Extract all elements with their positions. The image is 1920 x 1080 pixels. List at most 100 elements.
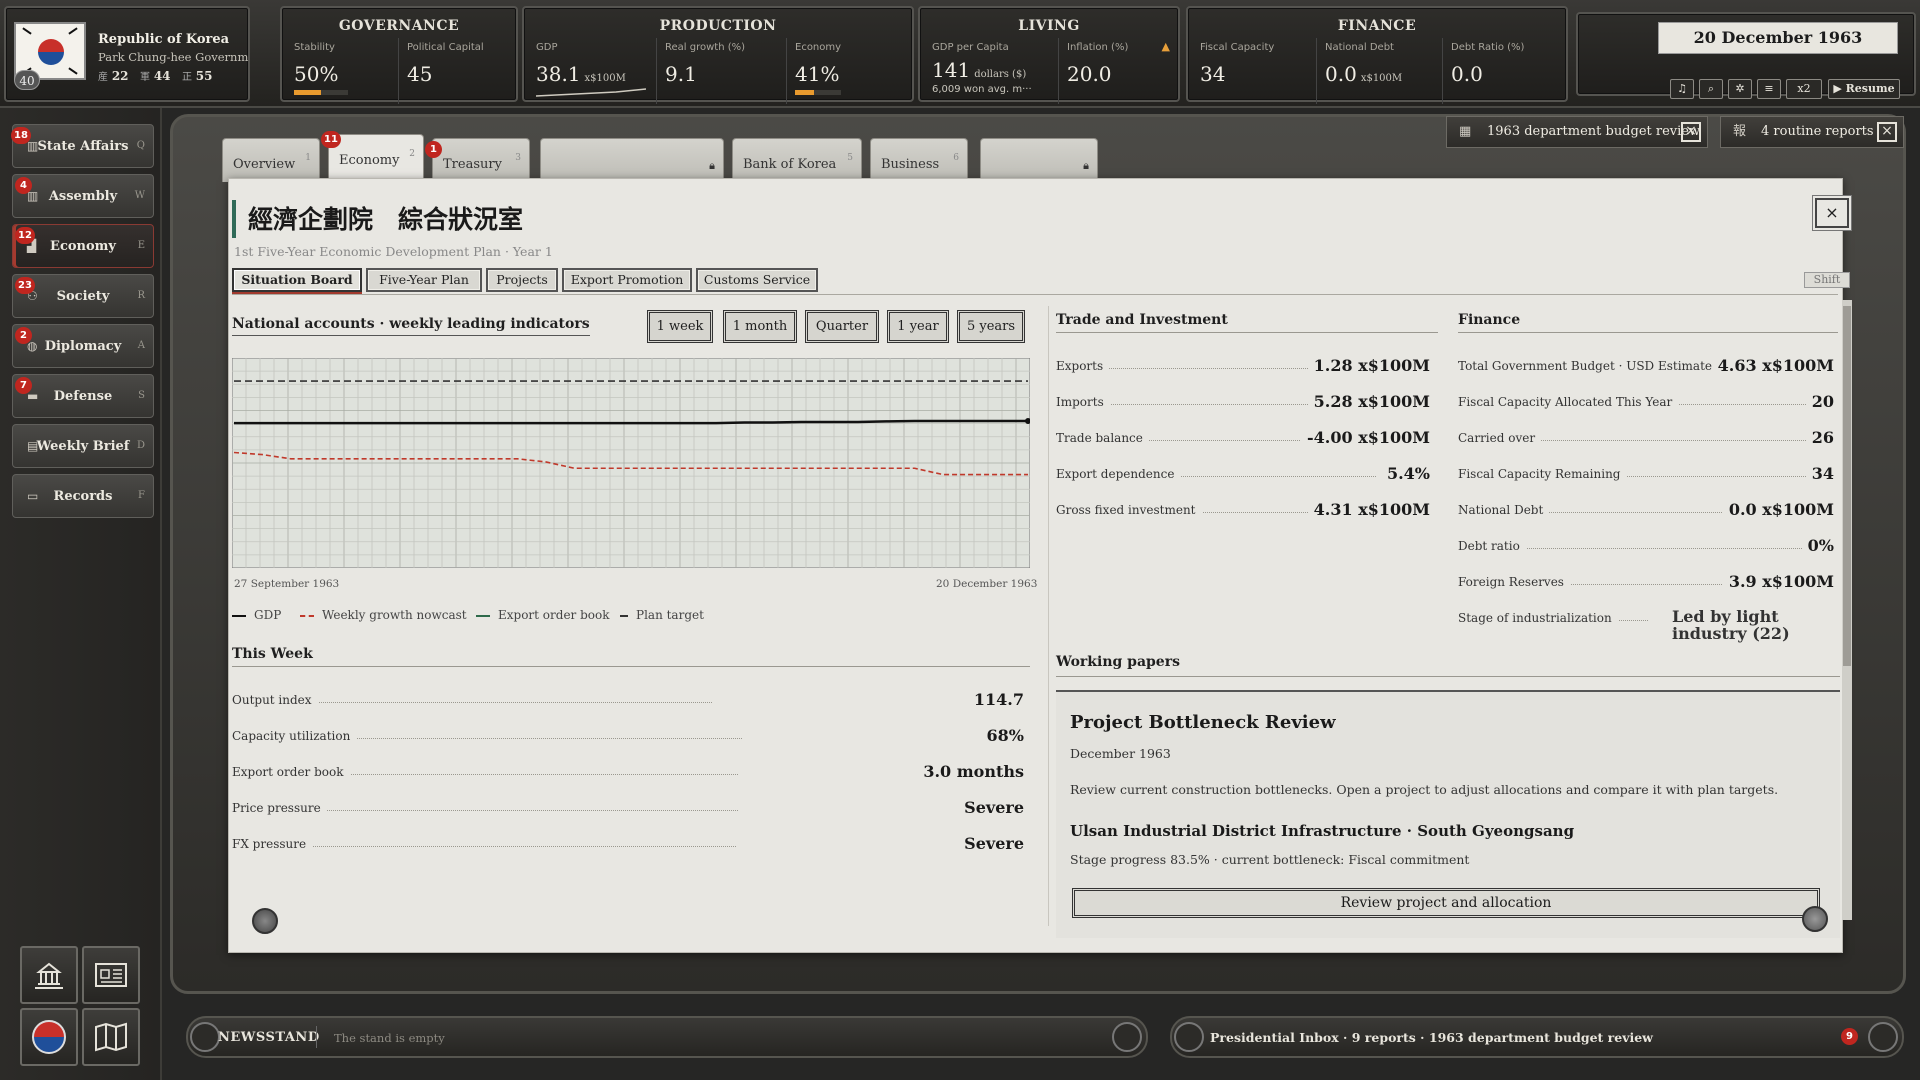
stability-cell[interactable]: Stability 50% xyxy=(286,38,394,104)
tab-locked-4[interactable]: 🔒︎ xyxy=(540,138,724,182)
fiscal-capacity-cell[interactable]: Fiscal Capacity 34 xyxy=(1192,38,1312,104)
inflation-value: 20.0 xyxy=(1067,62,1112,86)
nav-weekly-brief[interactable]: ▤ Weekly Brief D xyxy=(12,424,154,468)
nav-defense[interactable]: ▬ Defense S 7 xyxy=(12,374,154,418)
newspaper-button[interactable] xyxy=(82,946,140,1004)
taeguk-button[interactable] xyxy=(20,1008,78,1066)
notice-text: 4 routine reports xyxy=(1761,124,1874,139)
gdp-unit: x$100M xyxy=(584,73,626,84)
this-week-row: Export order book 3.0 months xyxy=(232,762,1024,782)
newspaper-icon xyxy=(95,963,127,987)
nav-diplomacy[interactable]: ◍ Diplomacy A 2 xyxy=(12,324,154,368)
settings-button[interactable]: ✲ xyxy=(1728,79,1752,99)
national-debt-cell[interactable]: National Debt 0.0 x$100M xyxy=(1316,38,1438,104)
tab-overview[interactable]: Overview 1 xyxy=(222,138,320,182)
subtab-situation-board[interactable]: Situation Board xyxy=(232,268,362,292)
row-value: Severe xyxy=(958,834,1024,853)
country-panel[interactable]: 40 Republic of Korea Park Chung-hee Gove… xyxy=(4,6,250,102)
inflation-cell[interactable]: Inflation (%) ▲ 20.0 xyxy=(1058,38,1178,104)
indicators-chart xyxy=(232,358,1030,568)
newsstand-bar[interactable]: NEWSSTAND The stand is empty xyxy=(186,1016,1148,1058)
page-title: 經濟企劃院 綜合狀況室 xyxy=(248,205,524,234)
political-capital-cell[interactable]: Political Capital 45 xyxy=(398,38,516,104)
compass-icon[interactable] xyxy=(252,908,278,934)
finance-row: Foreign Reserves 3.9 x$100M xyxy=(1458,572,1834,592)
stat-glyph: 正 xyxy=(181,72,192,83)
range-5-years[interactable]: 5 years xyxy=(957,310,1025,343)
gdp-cell[interactable]: GDP 38.1 x$100M xyxy=(528,38,652,104)
row-label: Stage of industrialization xyxy=(1458,611,1618,625)
finance-section-title: Finance xyxy=(1458,312,1838,333)
nav-assembly[interactable]: ▥ Assembly W 4 xyxy=(12,174,154,218)
presidential-inbox-bar[interactable]: Presidential Inbox · 9 reports · 1963 de… xyxy=(1170,1016,1904,1058)
menu-button[interactable]: ≡ xyxy=(1757,79,1781,99)
notice-routine-reports[interactable]: 報 4 routine reports × xyxy=(1720,116,1904,148)
tab-economy[interactable]: Economy 2 11 xyxy=(321,131,424,182)
doc-title: Project Bottleneck Review xyxy=(1070,712,1336,733)
gdp-sparkline xyxy=(536,88,646,97)
tab-locked-7[interactable]: 🔒︎ xyxy=(980,138,1098,182)
range-1-year[interactable]: 1 year xyxy=(887,310,949,343)
subtab-five-year-plan[interactable]: Five-Year Plan xyxy=(366,268,482,292)
economy-cell[interactable]: Economy 41% xyxy=(786,38,912,104)
scrollbar-thumb[interactable] xyxy=(1843,306,1851,666)
row-value: 0.0 x$100M xyxy=(1722,500,1834,519)
close-document-button[interactable]: × xyxy=(1815,198,1849,228)
range-1-week[interactable]: 1 week xyxy=(647,310,713,343)
close-icon[interactable]: × xyxy=(1877,122,1897,142)
row-label: Carried over xyxy=(1458,431,1542,445)
tab-bank-of-korea[interactable]: Bank of Korea 5 xyxy=(732,138,862,182)
map-button[interactable] xyxy=(82,1008,140,1066)
nav-label: Diplomacy xyxy=(44,338,122,354)
capitol-button[interactable] xyxy=(20,946,78,1004)
nav-economy[interactable]: ▟ Economy E 12 xyxy=(12,224,154,268)
music-button[interactable]: ♫ xyxy=(1670,79,1694,99)
search-button[interactable]: ⌕ xyxy=(1699,79,1723,99)
nav-state-affairs[interactable]: ▥ State Affairs Q 18 xyxy=(11,124,154,168)
living-title: LIVING xyxy=(1018,18,1080,34)
range-1-month[interactable]: 1 month xyxy=(723,310,797,343)
range-quarter[interactable]: Quarter xyxy=(805,310,879,343)
subtab-export-promotion[interactable]: Export Promotion xyxy=(562,268,692,292)
gdp-per-capita-cell[interactable]: GDP per Capita 141 dollars ($) 6,009 won … xyxy=(924,38,1054,104)
fiscal-capacity-label: Fiscal Capacity xyxy=(1200,42,1275,53)
nav-society[interactable]: ⚇ Society R 23 xyxy=(12,274,154,318)
gear-icon: ✲ xyxy=(1735,82,1745,95)
tab-business[interactable]: Business 6 xyxy=(870,138,968,182)
row-label: Capacity utilization xyxy=(232,729,357,743)
resume-button[interactable]: ▶ Resume xyxy=(1828,79,1900,99)
debt-ratio-label: Debt Ratio (%) xyxy=(1451,42,1525,53)
close-icon[interactable]: × xyxy=(1681,122,1701,142)
legend-plan-target: Plan target xyxy=(620,608,704,622)
fiscal-capacity-value: 34 xyxy=(1200,62,1226,86)
legend-growth-nowcast: Weekly growth nowcast xyxy=(300,608,467,622)
finance-row: Fiscal Capacity Allocated This Year 20 xyxy=(1458,392,1834,412)
review-project-button[interactable]: Review project and allocation xyxy=(1072,888,1820,918)
real-growth-cell[interactable]: Real growth (%) 9.1 xyxy=(656,38,782,104)
nav-records[interactable]: ▭ Records F xyxy=(12,474,154,518)
living-panel[interactable]: LIVING GDP per Capita 141 dollars ($) 6,0… xyxy=(918,6,1180,104)
subtab-divider xyxy=(232,294,1838,295)
inbox-badge: 9 xyxy=(1841,1028,1858,1045)
speed-button[interactable]: x2 xyxy=(1786,79,1822,99)
subtab-customs-service[interactable]: Customs Service xyxy=(696,268,818,292)
stat-value: 55 xyxy=(195,69,213,83)
tab-treasury[interactable]: Treasury 3 1 xyxy=(425,138,530,182)
legend-gdp: GDP xyxy=(232,608,281,622)
nav-badge: 18 xyxy=(11,127,31,144)
debt-ratio-cell[interactable]: Debt Ratio (%) 0.0 xyxy=(1442,38,1566,104)
subtab-projects[interactable]: Projects xyxy=(486,268,558,292)
political-capital-label: Political Capital xyxy=(407,42,484,53)
project-title: Ulsan Industrial District Infrastructure… xyxy=(1070,822,1575,840)
finance-panel[interactable]: FINANCE Fiscal Capacity 34 National Debt… xyxy=(1186,6,1568,104)
scroll-knob-icon[interactable] xyxy=(1802,906,1828,932)
government-name: Park Chung-hee Government xyxy=(98,50,248,64)
nav-label: Weekly Brief xyxy=(36,438,130,454)
tab-label: Economy xyxy=(339,153,400,168)
production-panel[interactable]: PRODUCTION GDP 38.1 x$100M Real growth (%… xyxy=(522,6,914,104)
trade-row: Imports 5.28 x$100M xyxy=(1056,392,1430,412)
notice-budget-review[interactable]: ▦ 1963 department budget review × xyxy=(1446,116,1708,148)
economy-bar-fill xyxy=(795,90,814,95)
governance-panel[interactable]: GOVERNANCE Stability 50% Political Capit… xyxy=(280,6,518,104)
this-week-row: FX pressure Severe xyxy=(232,834,1024,854)
